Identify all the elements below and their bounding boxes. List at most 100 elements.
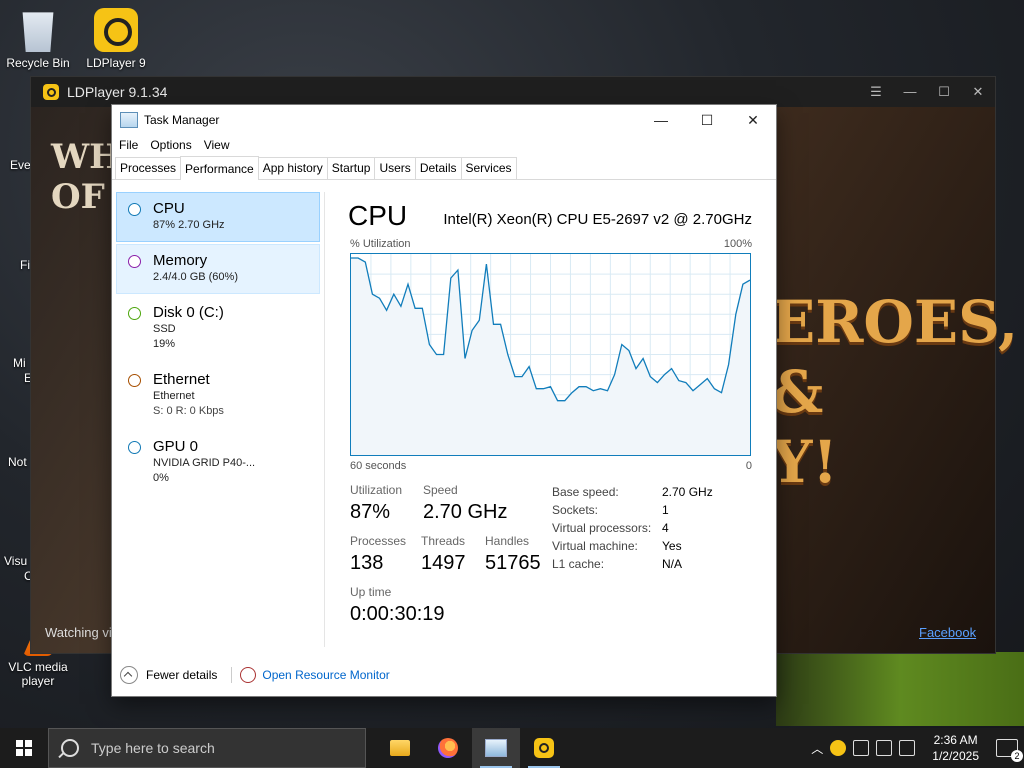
- detail-value: 2.70 GHz: [662, 485, 713, 499]
- stat-value: 51765: [485, 552, 541, 574]
- tab-users[interactable]: Users: [374, 157, 416, 179]
- resource-monitor-icon[interactable]: [240, 666, 257, 683]
- tab-startup[interactable]: Startup: [326, 157, 376, 179]
- ldplayer-desktop-icon[interactable]: LDPlayer 9: [78, 8, 154, 70]
- resource-ethernet[interactable]: Ethernet Ethernet S: 0 R: 0 Kbps: [116, 363, 320, 428]
- resource-memory[interactable]: Memory 2.4/4.0 GB (60%): [116, 244, 320, 294]
- firefox-icon: [438, 738, 458, 758]
- show-hidden-icons-chevron-icon[interactable]: ︿: [811, 740, 823, 757]
- stat-value: 2.70 GHz: [423, 501, 508, 523]
- cpu-model: Intel(R) Xeon(R) CPU E5-2697 v2 @ 2.70GH…: [443, 211, 752, 228]
- search-placeholder: Type here to search: [91, 740, 215, 756]
- resource-detail: 0%: [153, 472, 169, 484]
- fewer-details-button[interactable]: Fewer details: [146, 668, 217, 682]
- detail-key: Virtual processors:: [552, 521, 652, 535]
- window-title: Task Manager: [144, 113, 220, 127]
- taskbar-task-manager[interactable]: [472, 728, 520, 768]
- resource-detail: SSD: [153, 323, 176, 335]
- close-button[interactable]: ✕: [730, 105, 776, 135]
- start-button[interactable]: [0, 728, 48, 768]
- ldplayer-icon: [94, 8, 138, 52]
- detail-row: Virtual processors: 4: [552, 519, 713, 537]
- ldplayer-maximize-button[interactable]: ☐: [927, 84, 961, 100]
- stat-utilization: Utilization 87%: [350, 483, 402, 524]
- resource-name: CPU: [153, 200, 185, 217]
- desktop-icon-fragment[interactable]: Mi: [13, 356, 26, 370]
- recycle-bin-icon[interactable]: Recycle Bin: [0, 8, 76, 70]
- detail-row: Virtual machine: Yes: [552, 537, 713, 555]
- stat-label: Handles: [485, 534, 530, 548]
- desktop-icon-fragment[interactable]: Visu: [4, 554, 27, 568]
- detail-key: Base speed:: [552, 485, 619, 499]
- ldplayer-minimize-button[interactable]: —: [893, 84, 927, 100]
- search-icon: [61, 739, 79, 757]
- network-icon[interactable]: [876, 740, 893, 756]
- ldplayer-logo-icon: [43, 84, 59, 100]
- menu-file[interactable]: File: [118, 138, 145, 152]
- menu-view[interactable]: View: [203, 138, 237, 152]
- volume-muted-icon[interactable]: [899, 740, 916, 756]
- tab-app-history[interactable]: App history: [257, 157, 328, 179]
- tray-app-icon[interactable]: [853, 740, 870, 756]
- stat-label: Up time: [350, 585, 392, 599]
- notification-count: 2: [1011, 750, 1023, 762]
- ldplayer-title: LDPlayer 9.1.34: [67, 84, 168, 100]
- desktop-icon-fragment[interactable]: Not: [8, 455, 27, 469]
- ldplayer-close-button[interactable]: ✕: [961, 84, 995, 100]
- resource-detail: Ethernet: [153, 390, 195, 402]
- taskbar-file-explorer[interactable]: [376, 728, 424, 768]
- ldplayer-titlebar[interactable]: LDPlayer 9.1.34 ☰ — ☐ ✕: [31, 77, 995, 107]
- stat-threads: Threads 1497: [421, 534, 466, 575]
- tab-processes[interactable]: Processes: [115, 157, 182, 179]
- stat-label: Speed: [423, 483, 458, 497]
- tab-details[interactable]: Details: [414, 157, 462, 179]
- cpu-heading: CPU: [348, 200, 408, 231]
- detail-value: 1: [662, 503, 669, 517]
- ethernet-status-icon: [128, 374, 141, 387]
- stat-value: 87%: [350, 501, 391, 523]
- resource-cpu[interactable]: CPU 87% 2.70 GHz: [116, 192, 320, 242]
- stat-label: Threads: [421, 534, 466, 548]
- windows-logo-icon: [16, 740, 32, 756]
- resource-detail: 2.4/4.0 GB (60%): [153, 271, 238, 283]
- system-tray: ︿ 2:36 AM 1/2/2025 2: [811, 732, 1024, 764]
- stat-speed: Speed 2.70 GHz: [423, 483, 507, 524]
- folder-icon: [390, 740, 410, 756]
- chevron-up-icon[interactable]: [120, 665, 138, 684]
- open-resource-monitor-link[interactable]: Open Resource Monitor: [262, 668, 389, 682]
- maximize-button[interactable]: ☐: [684, 105, 730, 135]
- resource-name: Ethernet: [153, 371, 210, 388]
- resource-gpu[interactable]: GPU 0 NVIDIA GRID P40-... 0%: [116, 430, 320, 495]
- game-banner-text: EROES, & Y!: [771, 288, 1019, 496]
- tab-performance[interactable]: Performance: [180, 156, 259, 180]
- taskbar-search[interactable]: Type here to search: [48, 728, 366, 768]
- clock[interactable]: 2:36 AM 1/2/2025: [932, 732, 979, 764]
- wallpaper-grass: [776, 652, 1024, 726]
- task-manager-icon: [485, 739, 507, 757]
- facebook-link[interactable]: Facebook: [919, 625, 976, 640]
- time-axis-label: 60 seconds: [350, 460, 407, 472]
- detail-key: Virtual machine:: [552, 539, 638, 553]
- minimize-button[interactable]: —: [638, 105, 684, 135]
- utilization-max-label: 100%: [723, 238, 752, 250]
- ldplayer-tray-icon[interactable]: [830, 740, 847, 756]
- desktop-icon-fragment[interactable]: Eve: [10, 158, 31, 172]
- ldplayer-menu-button[interactable]: ☰: [859, 84, 893, 100]
- task-manager-window[interactable]: Task Manager — ☐ ✕ File Options View Pro…: [112, 105, 776, 696]
- time-axis-zero: 0: [745, 460, 752, 472]
- taskbar: Type here to search ︿ 2:36 AM 1/2/2025 2: [0, 728, 1024, 768]
- detail-key: Sockets:: [552, 503, 599, 517]
- task-manager-titlebar[interactable]: Task Manager — ☐ ✕: [112, 105, 776, 135]
- pane-divider[interactable]: [324, 192, 325, 647]
- detail-row: Sockets: 1: [552, 501, 713, 519]
- taskbar-ldplayer[interactable]: [520, 728, 568, 768]
- footer-separator: [231, 666, 233, 683]
- clock-time: 2:36 AM: [933, 733, 978, 747]
- taskbar-firefox[interactable]: [424, 728, 472, 768]
- resource-disk[interactable]: Disk 0 (C:) SSD 19%: [116, 296, 320, 361]
- detail-value: Yes: [662, 539, 682, 553]
- desktop-icon-fragment[interactable]: Fi: [20, 258, 30, 272]
- menu-options[interactable]: Options: [149, 138, 198, 152]
- tab-services[interactable]: Services: [460, 157, 517, 179]
- notifications-icon[interactable]: 2: [996, 739, 1023, 762]
